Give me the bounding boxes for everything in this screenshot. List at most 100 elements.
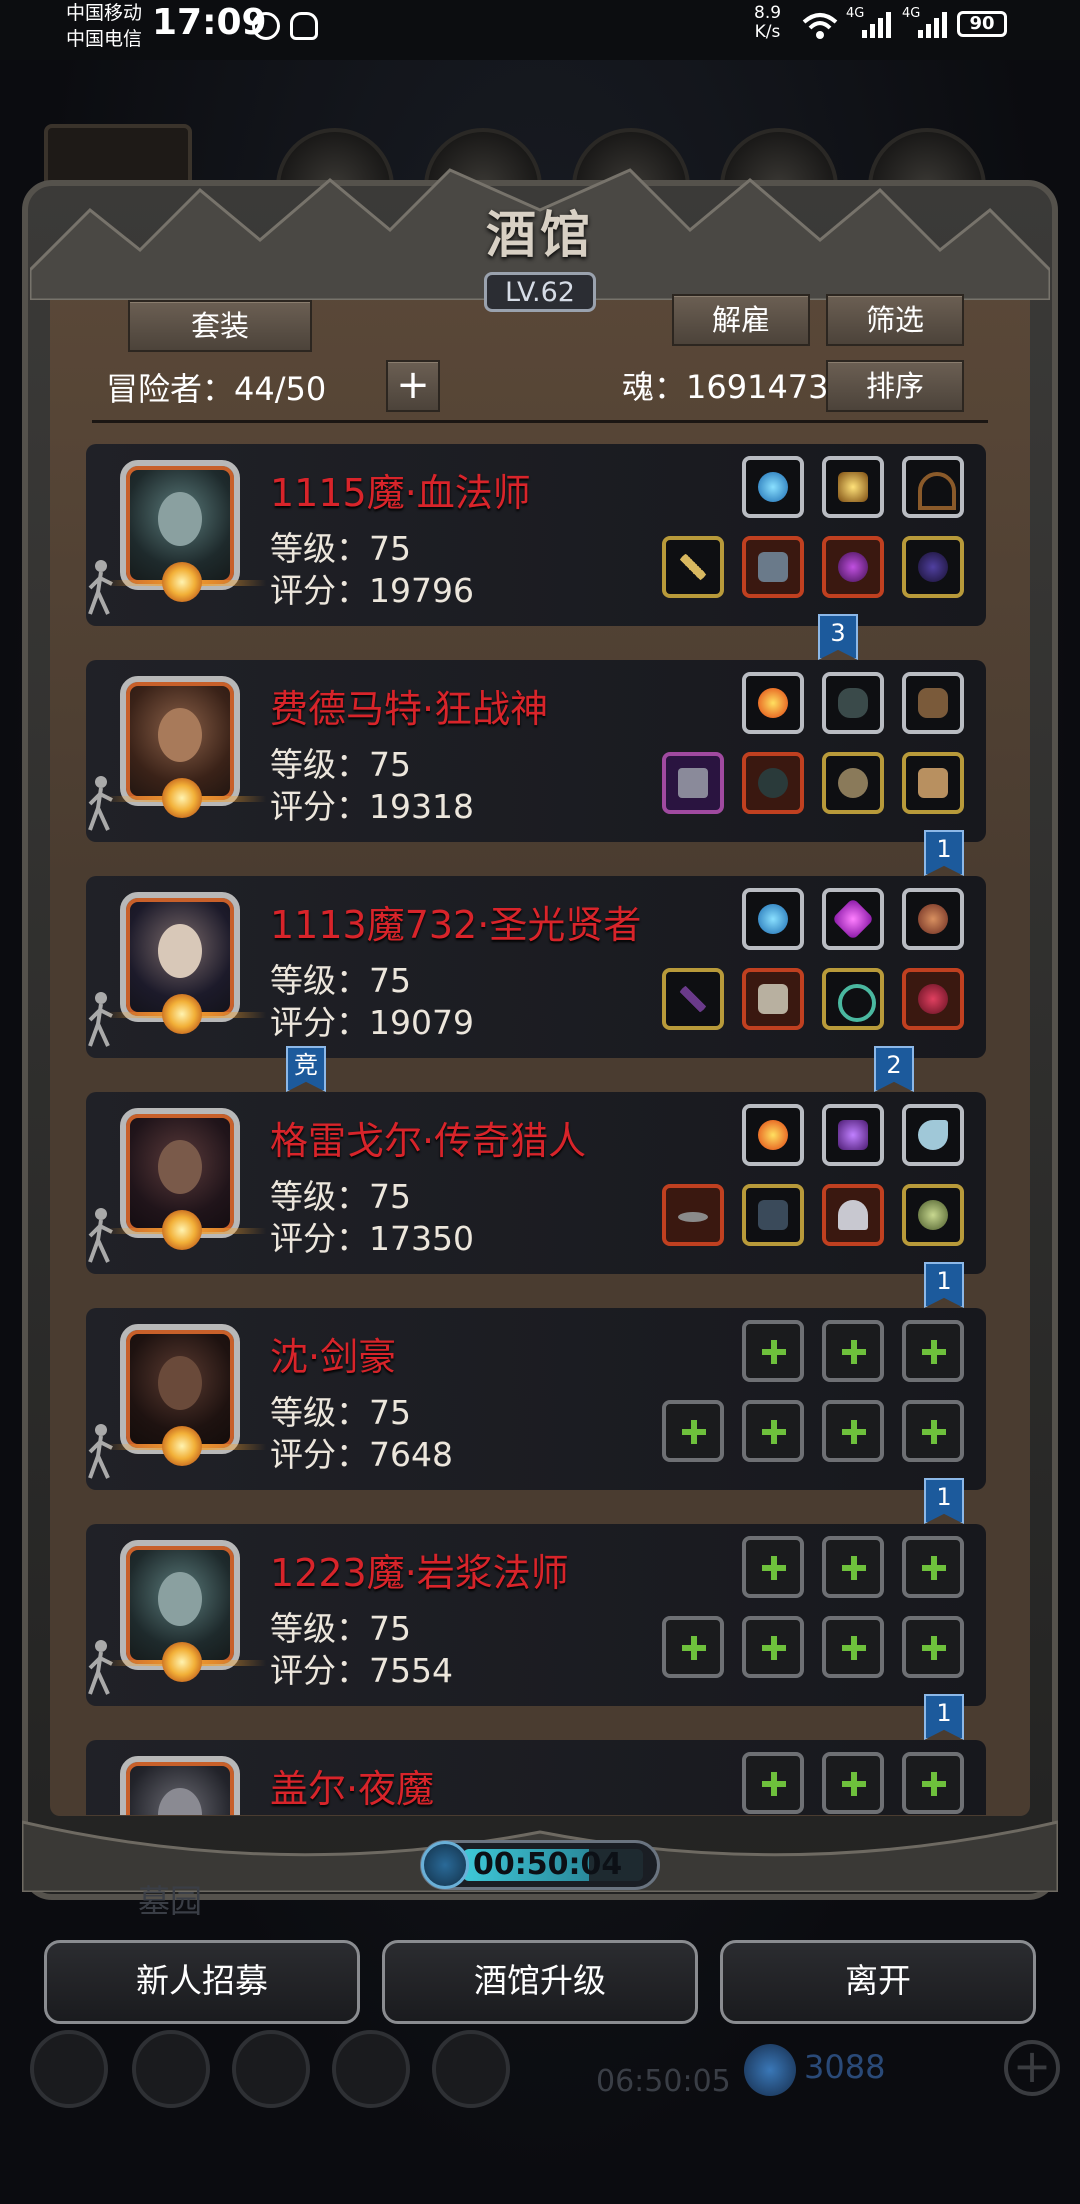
hero-name: 1113魔732·圣光贤者	[270, 903, 642, 947]
hero-level: 等级：75	[270, 745, 411, 784]
fire-slot-icon[interactable]	[742, 1104, 804, 1166]
empty-slot-plus-icon[interactable]	[822, 1400, 884, 1462]
clock-icon	[421, 1841, 469, 1889]
dock-mail-icon[interactable]	[332, 2030, 410, 2108]
filter-button[interactable]: 筛选	[826, 294, 964, 346]
robe-slot-icon[interactable]	[742, 968, 804, 1030]
gem-currency-icon	[744, 2044, 796, 2096]
background-timer: 06:50:05	[596, 2064, 731, 2099]
card-flag: 1	[924, 830, 964, 876]
hero-card[interactable]: 沈·剑豪 等级：75 评分：7648	[86, 1308, 986, 1490]
add-currency-icon[interactable]: +	[1004, 2040, 1060, 2096]
gem-count: 3088	[804, 2048, 886, 2086]
carrier-1: 中国移动	[66, 2, 143, 24]
empty-slot-plus-icon[interactable]	[742, 1752, 804, 1814]
empty-slot-plus-icon[interactable]	[662, 1400, 724, 1462]
empty-slot-plus-icon[interactable]	[822, 1752, 884, 1814]
panel-title: 酒馆	[486, 205, 594, 264]
crystal-slot-icon[interactable]	[822, 888, 884, 950]
outfit-button[interactable]: 套装	[128, 300, 312, 352]
rank-sun-icon	[162, 1426, 202, 1466]
scepter-slot-icon[interactable]	[662, 968, 724, 1030]
empty-slot-plus-icon[interactable]	[822, 1616, 884, 1678]
amulet-slot-icon[interactable]	[822, 536, 884, 598]
dock-map-icon[interactable]	[232, 2030, 310, 2108]
signal-icon-2	[918, 12, 947, 38]
empty-slot-plus-icon[interactable]	[822, 1536, 884, 1598]
hero-level: 等级：75	[270, 529, 411, 568]
hero-card[interactable]: 费德马特·狂战神 等级：75 评分：19318	[86, 660, 986, 842]
background-location-label: 墓园	[138, 1882, 203, 1920]
axe-slot-icon[interactable]	[662, 752, 724, 814]
tavern-level-badge: LV.62	[484, 272, 596, 312]
hero-card[interactable]: 1115魔·血法师 等级：75 评分：19796	[86, 444, 986, 626]
shield-slot-icon[interactable]	[902, 888, 964, 950]
hero-card[interactable]: 1113魔732·圣光贤者 等级：75 评分：19079	[86, 876, 986, 1058]
status-bar: 中国移动 中国电信 17:09 8.9 K/s 4G 4G 90	[0, 0, 1080, 60]
empty-slot-plus-icon[interactable]	[742, 1400, 804, 1462]
upgrade-tavern-button[interactable]: 酒馆升级	[382, 1940, 698, 2024]
walk-icon	[86, 1638, 116, 1698]
sort-button[interactable]: 排序	[826, 360, 964, 412]
empty-slot-plus-icon[interactable]	[742, 1616, 804, 1678]
armor-slot-icon[interactable]	[742, 536, 804, 598]
recruit-button[interactable]: 新人招募	[44, 1940, 360, 2024]
rank-sun-icon	[162, 1210, 202, 1250]
mute-icon	[290, 12, 318, 40]
empty-slot-plus-icon[interactable]	[902, 1400, 964, 1462]
hero-score: 评分：19796	[270, 571, 474, 610]
empty-slot-plus-icon[interactable]	[902, 1536, 964, 1598]
lantern-slot-icon[interactable]	[822, 456, 884, 518]
fur-armor-slot-icon[interactable]	[742, 752, 804, 814]
hero-score: 评分：19318	[270, 787, 474, 826]
coat-slot-icon[interactable]	[742, 1184, 804, 1246]
hero-list[interactable]: 1115魔·血法师 等级：75 评分：19796 3 费德马特·狂战神 等级：7…	[86, 440, 986, 1815]
orb-slot-icon[interactable]	[742, 456, 804, 518]
hero-level: 等级：75	[270, 961, 411, 1000]
empty-slot-plus-icon[interactable]	[902, 1752, 964, 1814]
hero-name: 格雷戈尔·传奇猎人	[270, 1119, 587, 1163]
hero-level: 等级：75	[270, 1393, 411, 1432]
empty-slot-plus-icon[interactable]	[822, 1320, 884, 1382]
empty-slot-plus-icon[interactable]	[742, 1536, 804, 1598]
gun-slot-icon[interactable]	[662, 1184, 724, 1246]
adventurer-count: 冒险者：44/50	[106, 370, 327, 408]
leave-button[interactable]: 离开	[720, 1940, 1036, 2024]
hero-score: 评分：7554	[270, 1651, 453, 1690]
hero-card[interactable]: 盖尔·夜魔	[86, 1740, 986, 1815]
dock-star-icon[interactable]	[132, 2030, 210, 2108]
gauntlet-slot-icon[interactable]	[822, 752, 884, 814]
lantern-slot-icon[interactable]	[822, 1104, 884, 1166]
relic-slot-icon[interactable]	[902, 968, 964, 1030]
card-flag: 1	[924, 1694, 964, 1740]
clock-time: 17:09	[152, 2, 267, 43]
helmet-slot-icon[interactable]	[822, 1184, 884, 1246]
hero-score: 评分：7648	[270, 1435, 453, 1474]
card-flag: 1	[924, 1478, 964, 1524]
empty-slot-plus-icon[interactable]	[742, 1320, 804, 1382]
staff-slot-icon[interactable]	[662, 536, 724, 598]
hero-score: 评分：17350	[270, 1219, 474, 1258]
hero-card[interactable]: 1223魔·岩浆法师 等级：75 评分：7554	[86, 1524, 986, 1706]
rank-sun-icon	[162, 562, 202, 602]
orb-slot-icon[interactable]	[742, 888, 804, 950]
horn-slot-icon[interactable]	[902, 1104, 964, 1166]
ring-slot-icon[interactable]	[822, 968, 884, 1030]
fire-slot-icon[interactable]	[742, 672, 804, 734]
hero-portrait[interactable]	[120, 1756, 240, 1815]
speed-value: 8.9	[754, 3, 782, 23]
bracer-slot-icon[interactable]	[902, 752, 964, 814]
hero-card[interactable]: 格雷戈尔·传奇猎人 等级：75 评分：17350	[86, 1092, 986, 1274]
add-slot-button[interactable]: +	[386, 360, 440, 412]
dock-settings-icon[interactable]	[432, 2030, 510, 2108]
empty-slot-plus-icon[interactable]	[902, 1320, 964, 1382]
horns-slot-icon[interactable]	[902, 456, 964, 518]
claw-slot-icon[interactable]	[902, 672, 964, 734]
stone-slot-icon[interactable]	[822, 672, 884, 734]
rune-slot-icon[interactable]	[902, 536, 964, 598]
empty-slot-plus-icon[interactable]	[902, 1616, 964, 1678]
dock-gear-icon[interactable]	[30, 2030, 108, 2108]
emblem-slot-icon[interactable]	[902, 1184, 964, 1246]
empty-slot-plus-icon[interactable]	[662, 1616, 724, 1678]
dismiss-button[interactable]: 解雇	[672, 294, 810, 346]
